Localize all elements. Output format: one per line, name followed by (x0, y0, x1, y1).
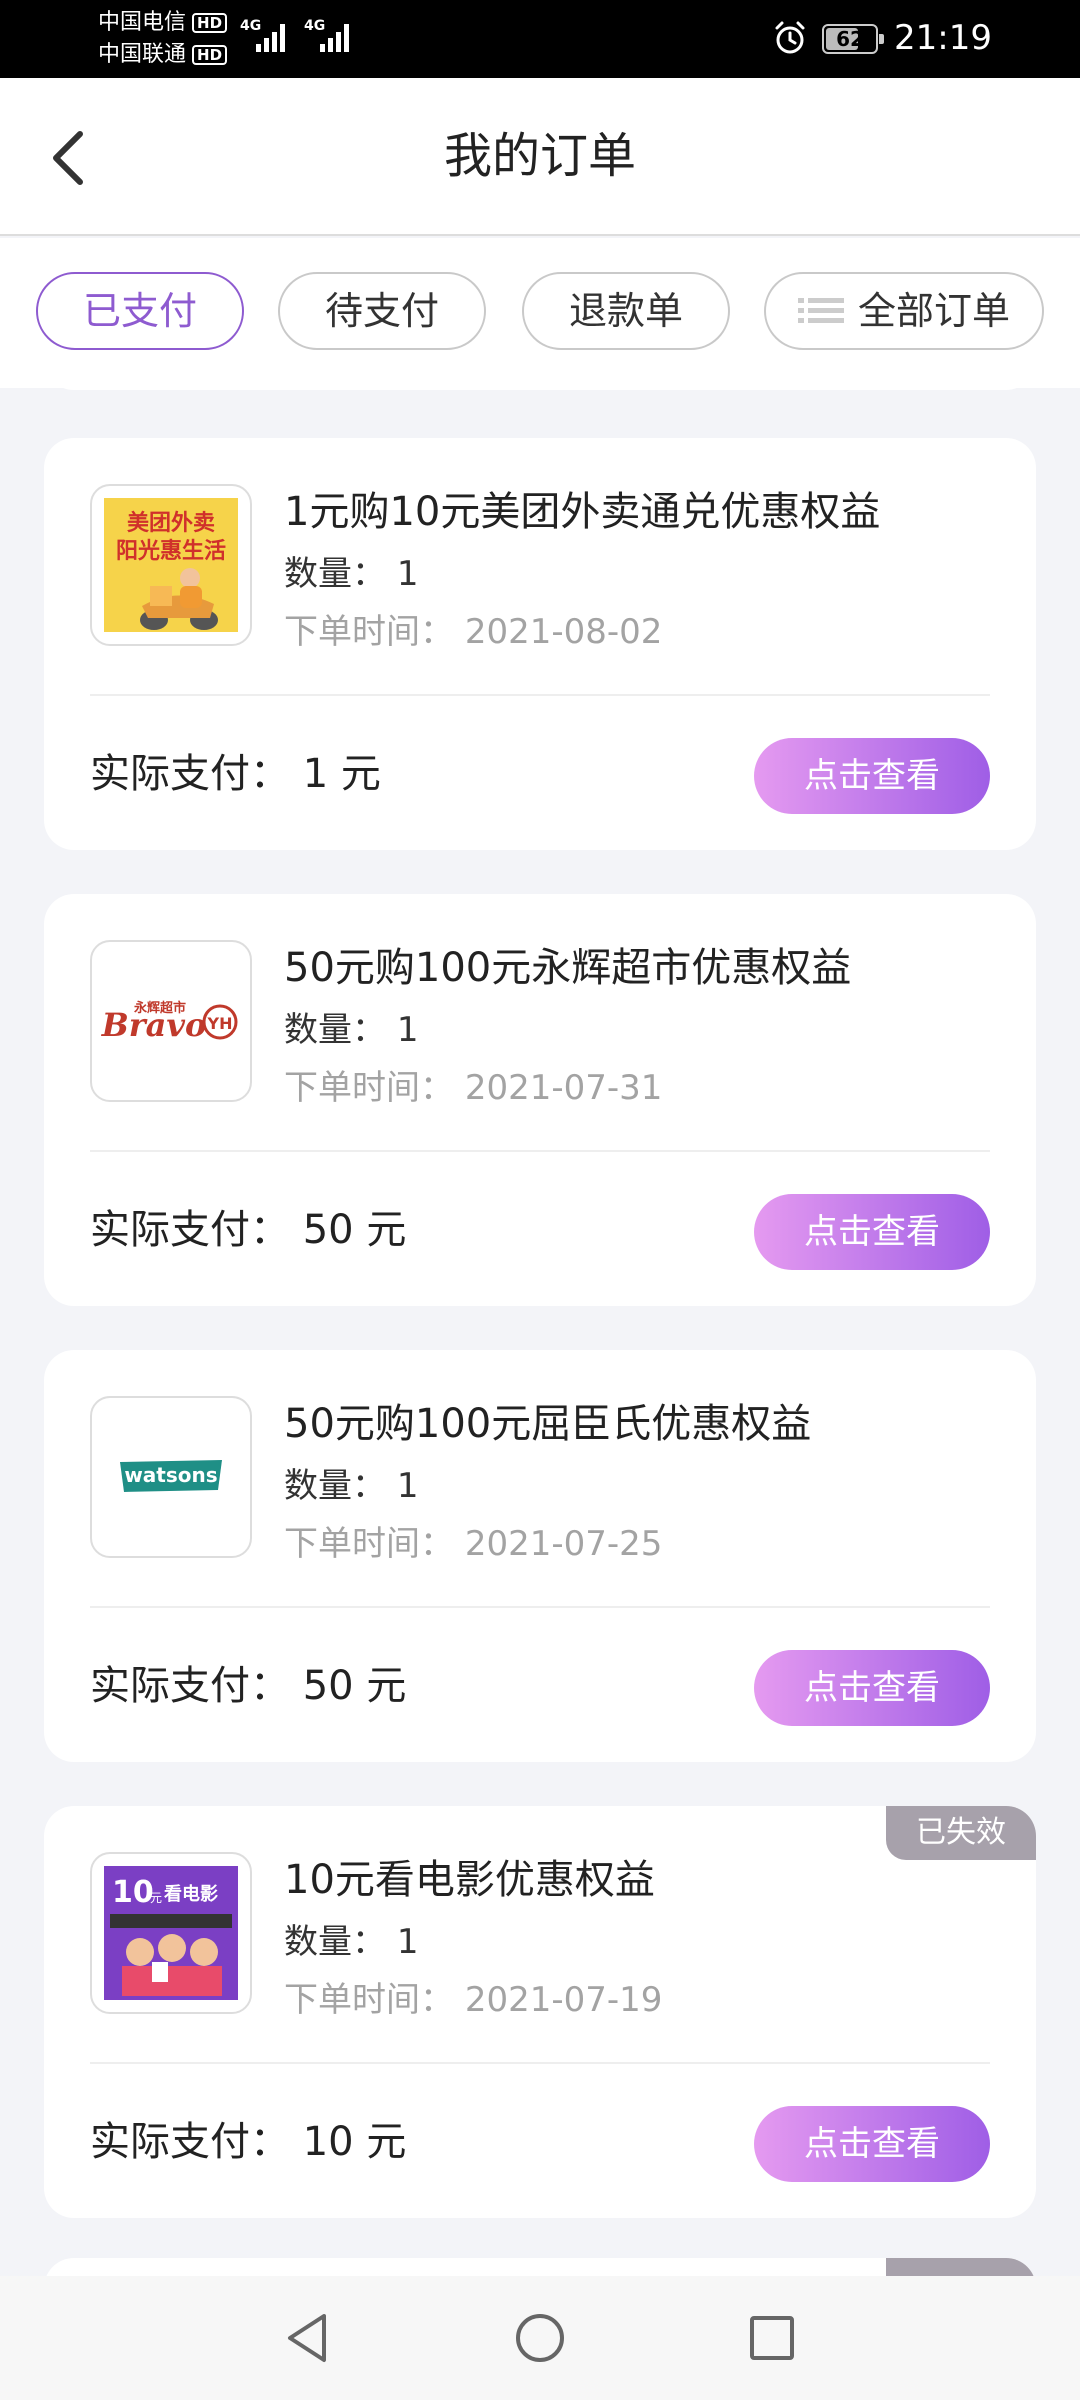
previous-card-edge (44, 360, 1036, 390)
thumb-text-2: 元 (150, 1891, 162, 1905)
order-quantity: 数量： 1 (284, 1922, 419, 1962)
product-thumbnail: 10 元 看电影 (90, 1852, 252, 2014)
view-details-button[interactable]: 点击查看 (754, 1194, 990, 1270)
view-details-button[interactable]: 点击查看 (754, 738, 990, 814)
tab-pending-payment[interactable]: 待支付 (278, 272, 486, 350)
view-details-button[interactable]: 点击查看 (754, 2106, 990, 2182)
divider (90, 2062, 990, 2064)
order-title: 10元看电影优惠权益 (284, 1857, 655, 1903)
actual-payment: 实际支付： 10 元 (90, 2119, 407, 2165)
thumb-text-1: watsons (124, 1463, 217, 1487)
actual-payment: 实际支付： 1 元 (90, 751, 381, 797)
order-card: 已失效 10 元 看电影 10元看电影优惠权益 数量： 1 下单时间： 2021… (44, 1806, 1036, 2218)
divider (90, 1606, 990, 1608)
page-title: 我的订单 (443, 128, 636, 184)
thumb-text-3: YH (207, 1014, 233, 1033)
carrier-2: 中国联通 HD (98, 42, 228, 68)
product-thumbnail: 美团外卖 阳光惠生活 (90, 484, 252, 646)
order-title: 1元购10元美团外卖通兑优惠权益 (284, 489, 881, 535)
tab-all-orders-label: 全部订单 (857, 289, 1010, 333)
actual-payment: 实际支付： 50 元 (90, 1663, 407, 1709)
signal-icon-1: 4G (240, 18, 296, 54)
nav-home-icon[interactable] (508, 2306, 572, 2370)
thumb-text-3: 看电影 (163, 1883, 218, 1905)
thumb-text-1: 美团外卖 (127, 510, 215, 536)
system-nav-bar (0, 2276, 1080, 2400)
signal-icon-2: 4G (304, 18, 360, 54)
divider (90, 694, 990, 696)
expired-badge: 已失效 (886, 1806, 1036, 1860)
thumb-text-2: 阳光惠生活 (116, 539, 226, 564)
actual-payment: 实际支付： 50 元 (90, 1207, 407, 1253)
battery-level: 62 (836, 27, 864, 51)
tab-paid[interactable]: 已支付 (36, 272, 244, 350)
view-details-button[interactable]: 点击查看 (754, 1650, 990, 1726)
tab-refunds[interactable]: 退款单 (522, 272, 730, 350)
nav-back-icon[interactable] (276, 2306, 340, 2370)
order-card: watsons 50元购100元屈臣氏优惠权益 数量： 1 下单时间： 2021… (44, 1350, 1036, 1762)
order-card: 永辉超市 Bravo YH 50元购100元永辉超市优惠权益 数量： 1 下单时… (44, 894, 1036, 1306)
hd-badge-2: HD (192, 45, 228, 65)
order-quantity: 数量： 1 (284, 1010, 419, 1050)
order-card: 美团外卖 阳光惠生活 1元购10元美团外卖通兑优惠权益 数量： 1 下单时间： … (44, 438, 1036, 850)
order-time: 下单时间： 2021-07-19 (284, 1980, 663, 2020)
list-icon (797, 297, 844, 323)
product-thumbnail: 永辉超市 Bravo YH (90, 940, 252, 1102)
header: 我的订单 (0, 78, 1080, 236)
order-quantity: 数量： 1 (284, 1466, 419, 1506)
order-time: 下单时间： 2021-07-25 (284, 1524, 663, 1564)
alarm-icon (775, 21, 805, 54)
tab-all-orders[interactable]: 全部订单 (764, 272, 1044, 350)
carrier-1-name: 中国电信 (98, 10, 187, 35)
nav-recents-icon[interactable] (740, 2306, 804, 2370)
hd-badge-1: HD (192, 13, 228, 33)
thumb-text-2: Bravo (101, 1006, 207, 1044)
thumb-text-1: 10 (112, 1875, 154, 1910)
status-bar: 中国电信 HD 中国联通 HD 4G 4G 62 21:19 (0, 0, 1080, 78)
carrier-2-name: 中国联通 (98, 42, 187, 67)
order-title: 50元购100元屈臣氏优惠权益 (284, 1401, 812, 1447)
order-quantity: 数量： 1 (284, 554, 419, 594)
order-title: 50元购100元永辉超市优惠权益 (284, 945, 852, 991)
divider (90, 1150, 990, 1152)
product-thumbnail: watsons (90, 1396, 252, 1558)
clock: 21:19 (894, 18, 992, 58)
carrier-1: 中国电信 HD (98, 10, 228, 36)
battery-icon: 62 (822, 24, 884, 54)
order-time: 下单时间： 2021-08-02 (284, 612, 663, 652)
order-time: 下单时间： 2021-07-31 (284, 1068, 663, 1108)
